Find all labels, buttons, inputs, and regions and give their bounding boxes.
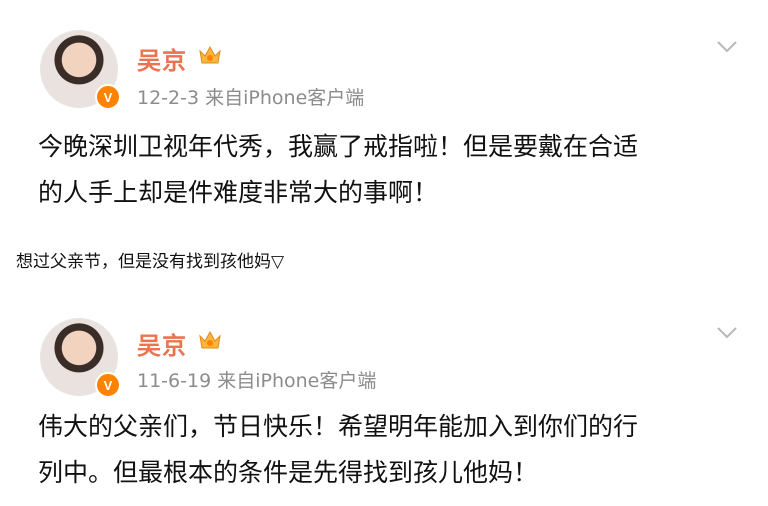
crown-icon <box>199 45 221 64</box>
post-text-line: 的人手上却是件难度非常大的事啊！ <box>38 178 439 207</box>
crown-icon <box>199 330 221 349</box>
post-content: 伟大的父亲们，节日快乐！希望明年能加入到你们的行 列中。但最根本的条件是先得找到… <box>38 404 738 496</box>
verified-badge-icon: V <box>95 372 121 398</box>
post-source: 来自iPhone客户端 <box>205 87 365 109</box>
author-name[interactable]: 吴京 <box>137 41 187 76</box>
post-date: 11-6-19 <box>137 370 212 392</box>
post-text-line: 今晚深圳卫视年代秀，我赢了戒指啦！但是要戴在合适 <box>38 132 639 161</box>
post-text-line: 列中。但最根本的条件是先得找到孩儿他妈！ <box>38 458 539 487</box>
verified-badge-icon: V <box>95 84 121 110</box>
author-name[interactable]: 吴京 <box>137 326 187 361</box>
post-date: 12-2-3 <box>137 87 200 109</box>
post-meta: 11-6-19 来自iPhone客户端 <box>137 366 376 393</box>
post-meta: 12-2-3 来自iPhone客户端 <box>137 83 364 110</box>
weibo-post-1: V 吴京 12-2-3 来自iPhone客户端 今晚深圳卫视年代秀，我赢了戒指啦… <box>0 0 768 228</box>
post-text-line: 伟大的父亲们，节日快乐！希望明年能加入到你们的行 <box>38 412 639 441</box>
chevron-down-icon[interactable] <box>716 326 738 340</box>
chevron-down-icon[interactable] <box>716 40 738 54</box>
post-content: 今晚深圳卫视年代秀，我赢了戒指啦！但是要戴在合适 的人手上却是件难度非常大的事啊… <box>38 124 738 216</box>
caption: 想过父亲节，但是没有找到孩他妈▽ <box>16 252 285 272</box>
post-source: 来自iPhone客户端 <box>217 370 377 392</box>
weibo-post-2: V 吴京 11-6-19 来自iPhone客户端 伟大的父亲们，节日快乐！希望明… <box>0 290 768 506</box>
